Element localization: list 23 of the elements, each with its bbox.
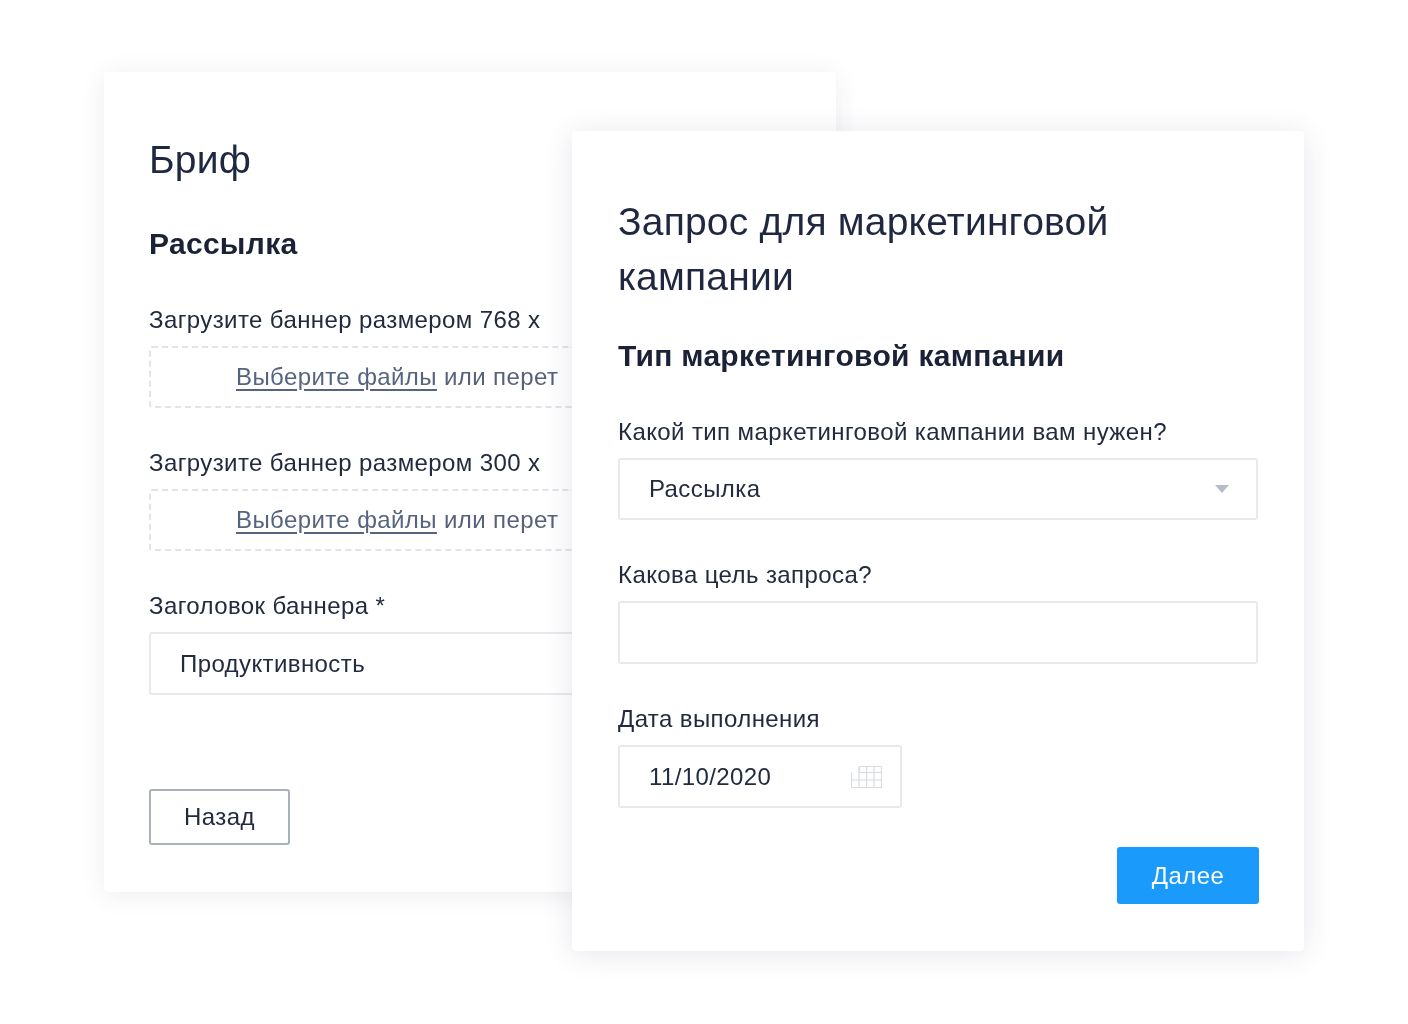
field-label: Загрузите баннер размером 300 x (149, 448, 541, 478)
field-label: Какой тип маркетинговой кампании вам нужен? (618, 417, 1167, 447)
choose-files-link[interactable]: Выберите файлы (236, 363, 437, 390)
field-label: Дата выполнения (618, 704, 820, 734)
text-input[interactable] (618, 601, 1258, 664)
card-title: Бриф (149, 137, 251, 183)
field-label: Загрузите баннер размером 768 x (149, 305, 541, 335)
drop-hint: Выберите файлы или перет (236, 506, 559, 534)
field-label: Какова цель запроса? (618, 560, 872, 590)
text-input[interactable]: Продуктивность (149, 632, 572, 695)
choose-files-link[interactable]: Выберите файлы (236, 506, 437, 533)
date-input[interactable]: 11/10/2020 (618, 745, 902, 808)
card-title: Запрос для маркетинговой кампании (618, 199, 1110, 300)
drop-hint: Выберите файлы или перет (236, 363, 559, 391)
field-label: Заголовок баннера * (149, 591, 386, 621)
section-heading: Тип маркетинговой кампании (618, 338, 1065, 374)
file-drop-zone[interactable]: Выберите файлы или перет (149, 346, 572, 408)
back-button[interactable]: Назад (149, 789, 290, 845)
calendar-icon (851, 765, 882, 788)
caret-icon (1215, 485, 1229, 493)
file-drop-zone[interactable]: Выберите файлы или перет (149, 489, 572, 551)
section-heading: Рассылка (149, 226, 298, 262)
dropdown[interactable]: Рассылка (618, 458, 1258, 520)
